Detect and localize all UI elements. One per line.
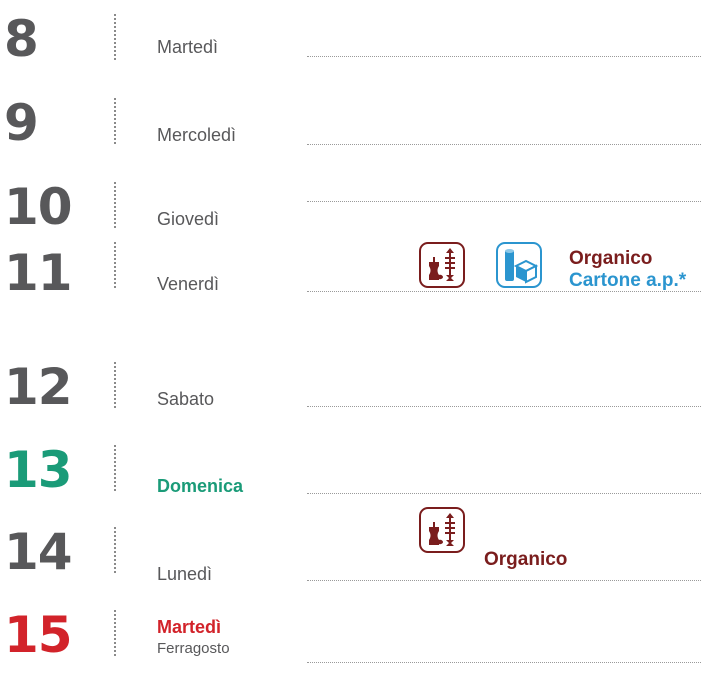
day-name: Mercoledì <box>157 125 237 145</box>
vertical-divider <box>114 610 116 656</box>
notes-line <box>307 56 701 57</box>
day-row-11: 11 Venerdì Organico Cartone a.p.* <box>0 236 701 316</box>
day-row-14: 14 Lunedì Organico <box>0 507 701 603</box>
notes-line <box>307 201 701 202</box>
holiday-note: Ferragosto <box>157 640 230 657</box>
day-name: Giovedì <box>157 209 220 229</box>
day-name: Martedì <box>157 37 219 57</box>
vertical-divider <box>114 98 116 144</box>
day-name: Sabato <box>157 389 215 409</box>
day-number: 8 <box>4 10 39 68</box>
organic-label: Organico <box>569 248 653 269</box>
day-number: 9 <box>4 94 39 152</box>
vertical-divider <box>114 445 116 491</box>
day-number: 12 <box>4 358 73 416</box>
notes-line <box>307 406 701 407</box>
day-number: 10 <box>4 178 73 236</box>
day-number: 15 <box>4 606 73 664</box>
notes-line <box>307 144 701 145</box>
day-number: 13 <box>4 441 73 499</box>
notes-line <box>307 662 701 663</box>
organic-waste-icon <box>419 507 465 553</box>
notes-line <box>307 493 701 494</box>
day-row-9: 9 Mercoledì <box>0 94 701 174</box>
cardboard-icon <box>496 242 542 288</box>
day-name: Martedì <box>157 617 222 637</box>
day-row-12: 12 Sabato <box>0 358 701 438</box>
day-number: 14 <box>4 523 73 581</box>
day-name: Domenica <box>157 476 244 496</box>
vertical-divider <box>114 362 116 408</box>
organic-label: Organico <box>484 549 568 570</box>
day-row-13: 13 Domenica <box>0 441 701 521</box>
vertical-divider <box>114 242 116 288</box>
day-number: 11 <box>4 244 73 302</box>
day-row-15: 15 Martedì Ferragosto <box>0 606 701 686</box>
organic-waste-icon <box>419 242 465 288</box>
day-row-8: 8 Martedì <box>0 10 701 90</box>
day-name: Lunedì <box>157 564 213 584</box>
vertical-divider <box>114 182 116 228</box>
cardboard-label: Cartone a.p.* <box>569 270 687 291</box>
vertical-divider <box>114 527 116 573</box>
day-name: Venerdì <box>157 274 220 294</box>
notes-line <box>307 580 701 581</box>
vertical-divider <box>114 14 116 60</box>
